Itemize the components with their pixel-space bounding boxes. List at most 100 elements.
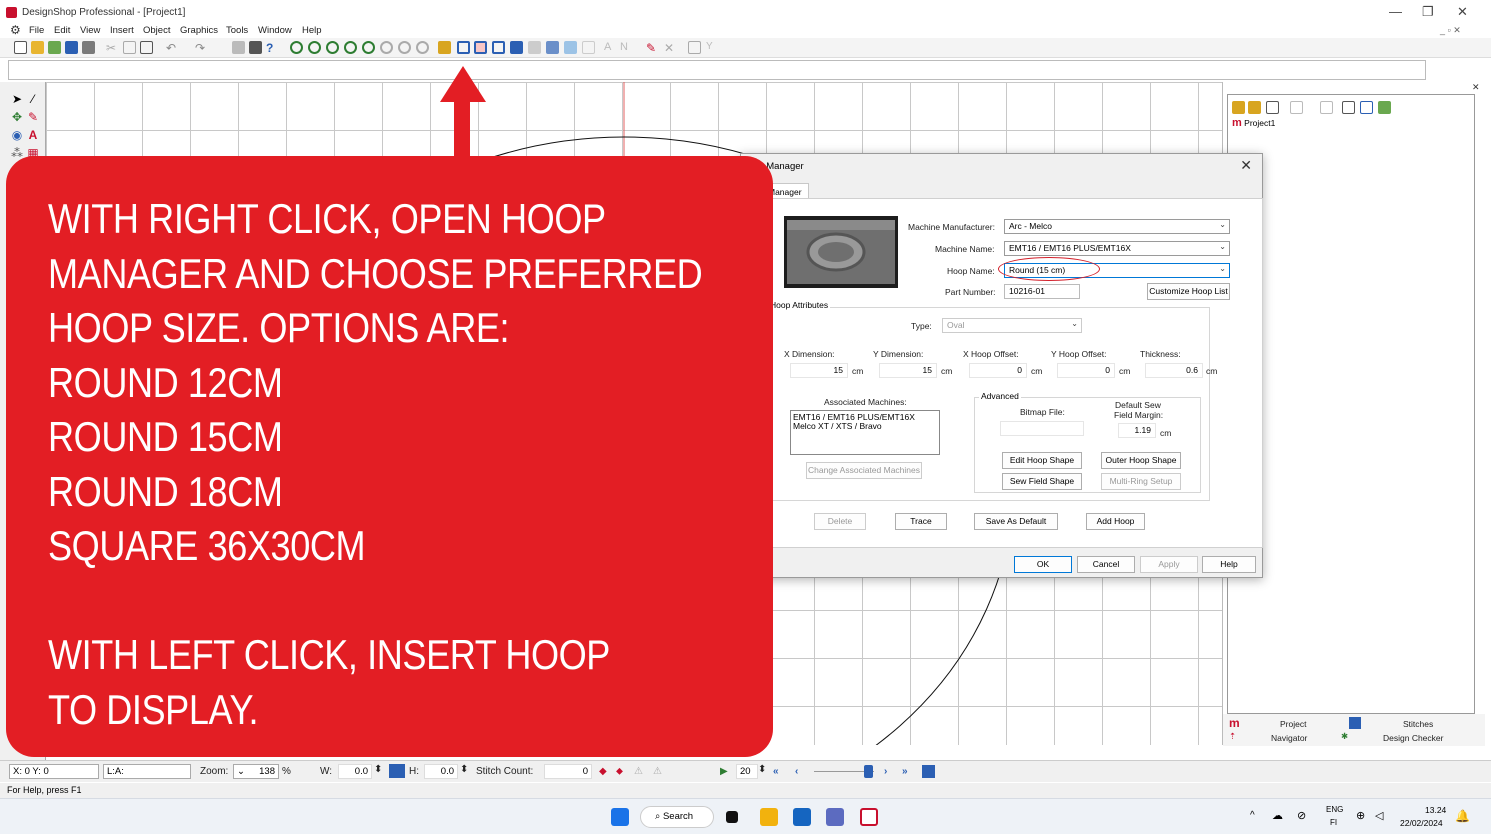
sew-field-shape-button[interactable]: Sew Field Shape: [1002, 473, 1082, 490]
ok-button[interactable]: OK: [1014, 556, 1072, 573]
x-dimension-field[interactable]: 15: [790, 363, 848, 378]
rotate-icon[interactable]: ⚠: [634, 766, 643, 777]
volume-icon[interactable]: ◁: [1375, 809, 1383, 822]
type-select[interactable]: Oval ⌄: [942, 318, 1082, 333]
height-field[interactable]: 0.0: [424, 764, 458, 779]
designshop-taskbar-icon[interactable]: [860, 808, 878, 826]
outer-hoop-shape-button[interactable]: Outer Hoop Shape: [1101, 452, 1181, 469]
zoom-selection-icon[interactable]: [416, 41, 429, 54]
part-number-field[interactable]: 10216-01: [1004, 284, 1080, 299]
bitmap-file-field[interactable]: [1000, 421, 1084, 436]
tab-design-checker[interactable]: Design Checker: [1383, 733, 1443, 743]
thickness-field[interactable]: 0.6: [1145, 363, 1203, 378]
app-l-icon[interactable]: [793, 808, 811, 826]
letter-n-icon[interactable]: N: [620, 41, 633, 54]
x-offset-field[interactable]: 0: [969, 363, 1027, 378]
width-spinner-icon[interactable]: ⬍: [374, 764, 382, 775]
step-forward-icon[interactable]: ›: [884, 766, 887, 777]
start-icon[interactable]: [611, 808, 629, 826]
letter-a-icon[interactable]: A: [604, 41, 617, 54]
menu-window[interactable]: Window: [258, 25, 292, 36]
line-icon[interactable]: ⁄: [26, 92, 40, 106]
change-associated-machines-button[interactable]: Change Associated Machines: [806, 462, 922, 479]
trueview-icon[interactable]: [582, 41, 595, 54]
trace-button[interactable]: Trace: [895, 513, 947, 530]
save-all-icon[interactable]: [82, 41, 95, 54]
text-tool-icon[interactable]: A: [26, 128, 40, 142]
menu-edit[interactable]: Edit: [54, 25, 70, 36]
project-view-icon[interactable]: [1290, 101, 1303, 114]
ruler-icon[interactable]: [438, 41, 451, 54]
y-dimension-field[interactable]: 15: [879, 363, 937, 378]
lock-aspect-icon[interactable]: [389, 764, 405, 778]
language-top[interactable]: ENG: [1326, 805, 1343, 814]
panel-close-icon[interactable]: ✕: [1472, 82, 1480, 93]
project-open-icon[interactable]: [1232, 101, 1245, 114]
rewind-icon[interactable]: «: [773, 766, 779, 777]
notification-bell-icon[interactable]: 🔔: [1455, 809, 1470, 823]
help-icon[interactable]: ?: [266, 41, 279, 55]
stitch-icon[interactable]: [546, 41, 559, 54]
customize-hoop-list-button[interactable]: Customize Hoop List: [1147, 283, 1230, 300]
field-margin-field[interactable]: 1.19: [1118, 423, 1156, 438]
zoom-out-icon[interactable]: [326, 41, 339, 54]
speed-spinner-icon[interactable]: ⬍: [758, 764, 766, 775]
list-item[interactable]: Melco XT / XTS / Bravo: [793, 422, 937, 431]
window-icon[interactable]: [688, 41, 701, 54]
tab-navigator[interactable]: Navigator: [1271, 733, 1307, 743]
zoom-fit-icon[interactable]: [344, 41, 357, 54]
grid-icon[interactable]: [474, 41, 487, 54]
file-explorer-icon[interactable]: [760, 808, 778, 826]
mdi-controls[interactable]: _ ▫ ✕: [1440, 25, 1461, 36]
tray-chevron-icon[interactable]: ^: [1250, 810, 1255, 821]
cut-icon[interactable]: ✂: [106, 41, 119, 55]
print-preview-icon[interactable]: [232, 41, 245, 54]
zoom-in-icon[interactable]: [308, 41, 321, 54]
project-tree-item[interactable]: Project1: [1244, 118, 1275, 128]
new-file-icon[interactable]: [14, 41, 27, 54]
save-as-default-button[interactable]: Save As Default: [974, 513, 1058, 530]
open-design-icon[interactable]: [48, 41, 61, 54]
add-hoop-button[interactable]: Add Hoop: [1086, 513, 1145, 530]
needle-icon[interactable]: ✎: [646, 41, 659, 55]
undo-icon[interactable]: ↶: [166, 41, 179, 55]
project-folder-icon[interactable]: [1248, 101, 1261, 114]
taskbar-search[interactable]: ⌕ Search: [640, 806, 714, 828]
cancel-button[interactable]: Cancel: [1077, 556, 1135, 573]
language-bottom[interactable]: FI: [1330, 818, 1337, 827]
menu-graphics[interactable]: Graphics: [180, 25, 218, 36]
disconnect-icon[interactable]: ✕: [664, 41, 677, 55]
screen-icon[interactable]: [528, 41, 541, 54]
menu-file[interactable]: File: [29, 25, 44, 36]
speed-field[interactable]: 20: [736, 764, 758, 779]
stitch-list-icon[interactable]: [922, 765, 935, 778]
task-view-icon[interactable]: [726, 811, 738, 823]
step-back-icon[interactable]: ‹: [795, 766, 798, 777]
edit-hoop-shape-button[interactable]: Edit Hoop Shape: [1002, 452, 1082, 469]
tray-sync-icon[interactable]: ⊘: [1297, 809, 1306, 822]
project-list-icon[interactable]: [1266, 101, 1279, 114]
mirror-icon[interactable]: ◆: [599, 766, 607, 777]
table-icon[interactable]: [492, 41, 505, 54]
menu-tools[interactable]: Tools: [226, 25, 248, 36]
gear-icon[interactable]: ⚙: [10, 23, 21, 37]
shape-icon[interactable]: ◉: [10, 128, 24, 142]
clock-time[interactable]: 13.24: [1425, 805, 1446, 815]
maximize-button[interactable]: ❐: [1422, 4, 1434, 20]
multi-ring-setup-button[interactable]: Multi-Ring Setup: [1101, 473, 1181, 490]
project-sort-icon[interactable]: [1342, 101, 1355, 114]
fast-forward-icon[interactable]: »: [902, 766, 908, 777]
zoom-icon[interactable]: [290, 41, 303, 54]
teams-icon[interactable]: [826, 808, 844, 826]
zoom-previous-icon[interactable]: [380, 41, 393, 54]
network-icon[interactable]: ⊕: [1356, 809, 1365, 822]
print-icon[interactable]: [249, 41, 262, 54]
menu-view[interactable]: View: [80, 25, 100, 36]
hoop-icon[interactable]: [457, 41, 470, 54]
machine-select[interactable]: EMT16 / EMT16 PLUS/EMT16X ⌄: [1004, 241, 1230, 256]
project-properties-icon[interactable]: [1320, 101, 1333, 114]
width-field[interactable]: 0.0: [338, 764, 372, 779]
stitch-slider-handle[interactable]: [864, 765, 873, 778]
clock-date[interactable]: 22/02/2024: [1400, 818, 1443, 828]
split-icon[interactable]: Y: [706, 41, 719, 54]
